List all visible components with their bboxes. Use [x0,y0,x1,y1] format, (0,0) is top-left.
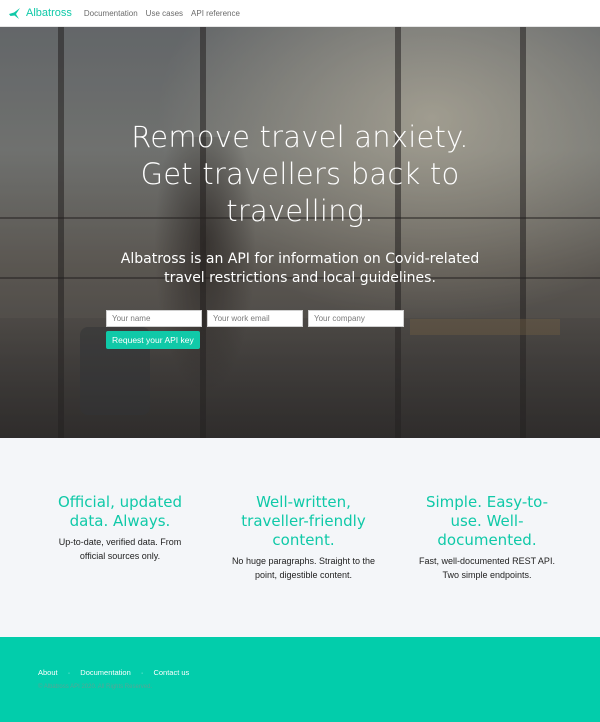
feature-text: Fast, well-documented REST API. Two simp… [419,556,555,580]
hero-content: Remove travel anxiety. Get travellers ba… [0,27,600,288]
footer-separator: · [140,668,144,677]
albatross-bird-icon[interactable] [8,7,21,20]
footer-links: About · Documentation · Contact us [38,668,600,677]
features-section: Official, updated data. Always. Up-to-da… [0,438,600,637]
hero-subline: Albatross is an API for information on C… [120,251,480,286]
hero-section: Remove travel anxiety. Get travellers ba… [0,27,600,438]
brand-name[interactable]: Albatross [26,7,72,19]
form-inputs [106,310,406,327]
footer-link-about[interactable]: About [38,668,58,677]
nav-link-use-cases[interactable]: Use cases [146,9,183,18]
name-input[interactable] [106,310,202,327]
headline-line: travelling. [226,194,374,228]
hero-headline: Remove travel anxiety. Get travellers ba… [0,119,600,230]
nav-link-api-reference[interactable]: API reference [191,9,240,18]
top-navigation: Albatross Documentation Use cases API re… [0,0,600,27]
feature-title: Official, updated data. Always. [58,493,182,530]
feature-title: Well-written, traveller-friendly content… [241,493,366,549]
feature-simple: Simple. Easy-to-use. Well-documented. Fa… [412,438,562,637]
feature-official-data: Official, updated data. Always. Up-to-da… [45,438,195,637]
nav-link-documentation[interactable]: Documentation [84,9,138,18]
feature-text: No huge paragraphs. Straight to the poin… [231,556,376,580]
work-email-input[interactable] [207,310,303,327]
company-input[interactable] [308,310,404,327]
request-api-key-button[interactable]: Request your API key [106,331,200,349]
feature-well-written: Well-written, traveller-friendly content… [229,438,379,637]
footer-link-contact-us[interactable]: Contact us [153,668,189,677]
api-key-form: Request your API key [106,310,406,349]
footer-separator: · [67,668,71,677]
copyright-text: © Albatross API 2020. All Rights Reserve… [38,684,153,690]
feature-title: Simple. Easy-to-use. Well-documented. [425,493,548,549]
headline-line: Remove travel anxiety. [131,120,469,154]
footer-link-documentation[interactable]: Documentation [80,668,130,677]
feature-text: Up-to-date, verified data. From official… [58,537,182,561]
headline-line: Get travellers back to [140,157,460,191]
footer: About · Documentation · Contact us © Alb… [0,637,600,722]
